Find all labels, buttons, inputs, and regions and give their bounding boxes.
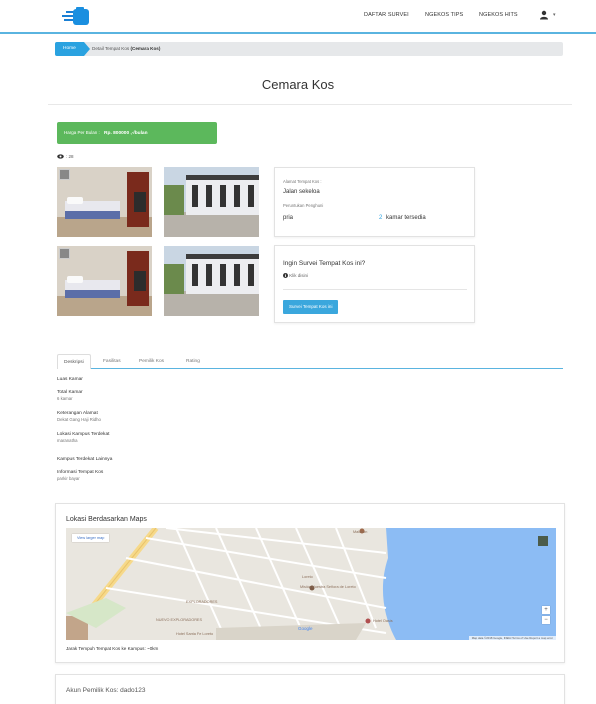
desc-heading: Keterangan Alamat	[57, 411, 98, 416]
map-label: Hotel Oasis	[373, 619, 393, 623]
owner-account: Akun Pemilik Kos: dado123	[66, 687, 146, 694]
desc-value: maranatha	[57, 438, 78, 443]
map-embed[interactable]: View larger map Loreto Misión Nuestra Se…	[66, 528, 556, 640]
photo-zoom-icon[interactable]	[59, 248, 70, 259]
desc-value: 6 kamar	[57, 396, 73, 401]
map-label: Malecón	[353, 530, 368, 534]
desc-heading: Informasi Tempat Kos	[57, 470, 104, 475]
map-title: Lokasi Berdasarkan Maps	[66, 516, 147, 523]
desc-item: Luas Kamar	[57, 377, 83, 382]
breadcrumb-current: Detail Tempat Kos (Cemara Kos)	[92, 46, 160, 51]
zoom-in-button[interactable]: +	[542, 606, 550, 614]
desc-item: Keterangan Alamat Dekat Gang Haji Ridho	[57, 411, 101, 422]
rooms-count: 2	[379, 215, 383, 221]
owner-card: Akun Pemilik Kos: dado123	[55, 674, 565, 704]
desc-value: Dekat Gang Haji Ridho	[57, 417, 101, 422]
map-label: NUEVO EXPLORADORES	[156, 618, 202, 622]
breadcrumb-home[interactable]: Home	[55, 42, 90, 56]
user-icon[interactable]	[539, 10, 549, 20]
zoom-out-button[interactable]: −	[542, 616, 550, 624]
user-menu-caret[interactable]: ▾	[553, 12, 556, 18]
survey-divider	[283, 289, 467, 290]
room-photo-1[interactable]	[57, 167, 152, 237]
desc-heading: Luas Kamar	[57, 377, 83, 382]
distance-to-campus: Jarak Tempuh Tempat Kos ke Kampus: ~0km	[66, 646, 159, 651]
survey-question: Ingin Survei Tempat Kos ini?	[283, 260, 366, 267]
map-card: Lokasi Berdasarkan Maps View larger map …	[55, 503, 565, 663]
occupant-value: pria	[283, 215, 294, 221]
map-label: Misión Nuestra Señora de Loreto	[300, 585, 356, 589]
map-label: Loreto	[302, 575, 313, 579]
rooms-available: 2 kamar tersedia	[379, 215, 426, 221]
building-photo-1[interactable]	[164, 167, 259, 237]
breadcrumb: Home Detail Tempat Kos (Cemara Kos)	[55, 42, 563, 56]
survey-card: Ingin Survei Tempat Kos ini? Klik disini…	[274, 245, 475, 323]
survey-hint: Klik disini	[283, 273, 308, 279]
price-box: Harga Per Bulan : Rp. 800000 ,-/bulan	[57, 122, 217, 144]
rooms-label: kamar tersedia	[386, 215, 426, 221]
tab-deskripsi[interactable]: Deskripsi	[57, 354, 91, 369]
address-value: Jalan sekeloa	[283, 189, 320, 195]
title-divider	[48, 104, 572, 105]
price-value: Rp. 800000 ,-/bulan	[104, 131, 148, 136]
tab-pemilik-kos[interactable]: Pemilik Kos	[133, 354, 170, 369]
desc-item: Lokasi Kampus Terdekat maranatha	[57, 432, 109, 443]
map-label: EXPLORADORES	[186, 600, 218, 604]
desc-heading: Total Kamar	[57, 390, 83, 395]
desc-item: Total Kamar 6 kamar	[57, 390, 83, 401]
building-photo-2[interactable]	[164, 246, 259, 316]
survey-button[interactable]: Survei Tempat Kos ini	[283, 300, 339, 314]
view-count-value: : 28	[66, 154, 74, 160]
view-count: : 28	[57, 154, 74, 160]
survey-hint-text[interactable]: Klik disini	[289, 273, 308, 278]
detail-tabs: Deskripsi Fasilitas Pemilik Kos Rating	[57, 352, 563, 369]
tab-fasilitas[interactable]: Fasilitas	[97, 354, 127, 369]
google-logo: Google	[298, 626, 313, 631]
breadcrumb-current-name: (Cemara Kos)	[130, 46, 161, 51]
address-label: Alamat Tempat Kos :	[283, 179, 322, 184]
nav-link-ngekos-tips[interactable]: NGEKOS TIPS	[425, 12, 463, 18]
page-title: Cemara Kos	[261, 77, 335, 92]
nav-link-daftar-survei[interactable]: DAFTAR SURVEI	[364, 12, 409, 18]
desc-value: parkir bayar	[57, 476, 80, 481]
desc-heading: Kampus Terdekat Lainnya	[57, 457, 113, 462]
navbar: DAFTAR SURVEI NGEKOS TIPS NGEKOS HITS ▾	[0, 0, 596, 34]
logo[interactable]	[62, 7, 92, 27]
tab-rating[interactable]: Rating	[180, 354, 206, 369]
desc-heading: Lokasi Kampus Terdekat	[57, 432, 110, 437]
map-attribution[interactable]: Map data ©2018 Google, INEGI Terms of Us…	[468, 636, 556, 640]
nav-link-ngekos-hits[interactable]: NGEKOS HITS	[479, 12, 518, 18]
view-larger-map-link[interactable]: View larger map	[72, 534, 110, 542]
map-label: Hotel Santa Fe Loreto	[176, 632, 214, 636]
price-label: Harga Per Bulan :	[64, 130, 100, 135]
desc-item: Kampus Terdekat Lainnya	[57, 457, 112, 462]
desc-item: Informasi Tempat Kos parkir bayar	[57, 470, 103, 481]
info-card: Alamat Tempat Kos : Jalan sekeloa Perunt…	[274, 167, 475, 237]
photo-zoom-icon[interactable]	[59, 169, 70, 180]
breadcrumb-current-prefix: Detail Tempat Kos	[92, 46, 130, 51]
room-photo-2[interactable]	[57, 246, 152, 316]
occupant-label: Peruntukan Penghuni	[283, 203, 324, 208]
eye-icon	[57, 154, 64, 160]
